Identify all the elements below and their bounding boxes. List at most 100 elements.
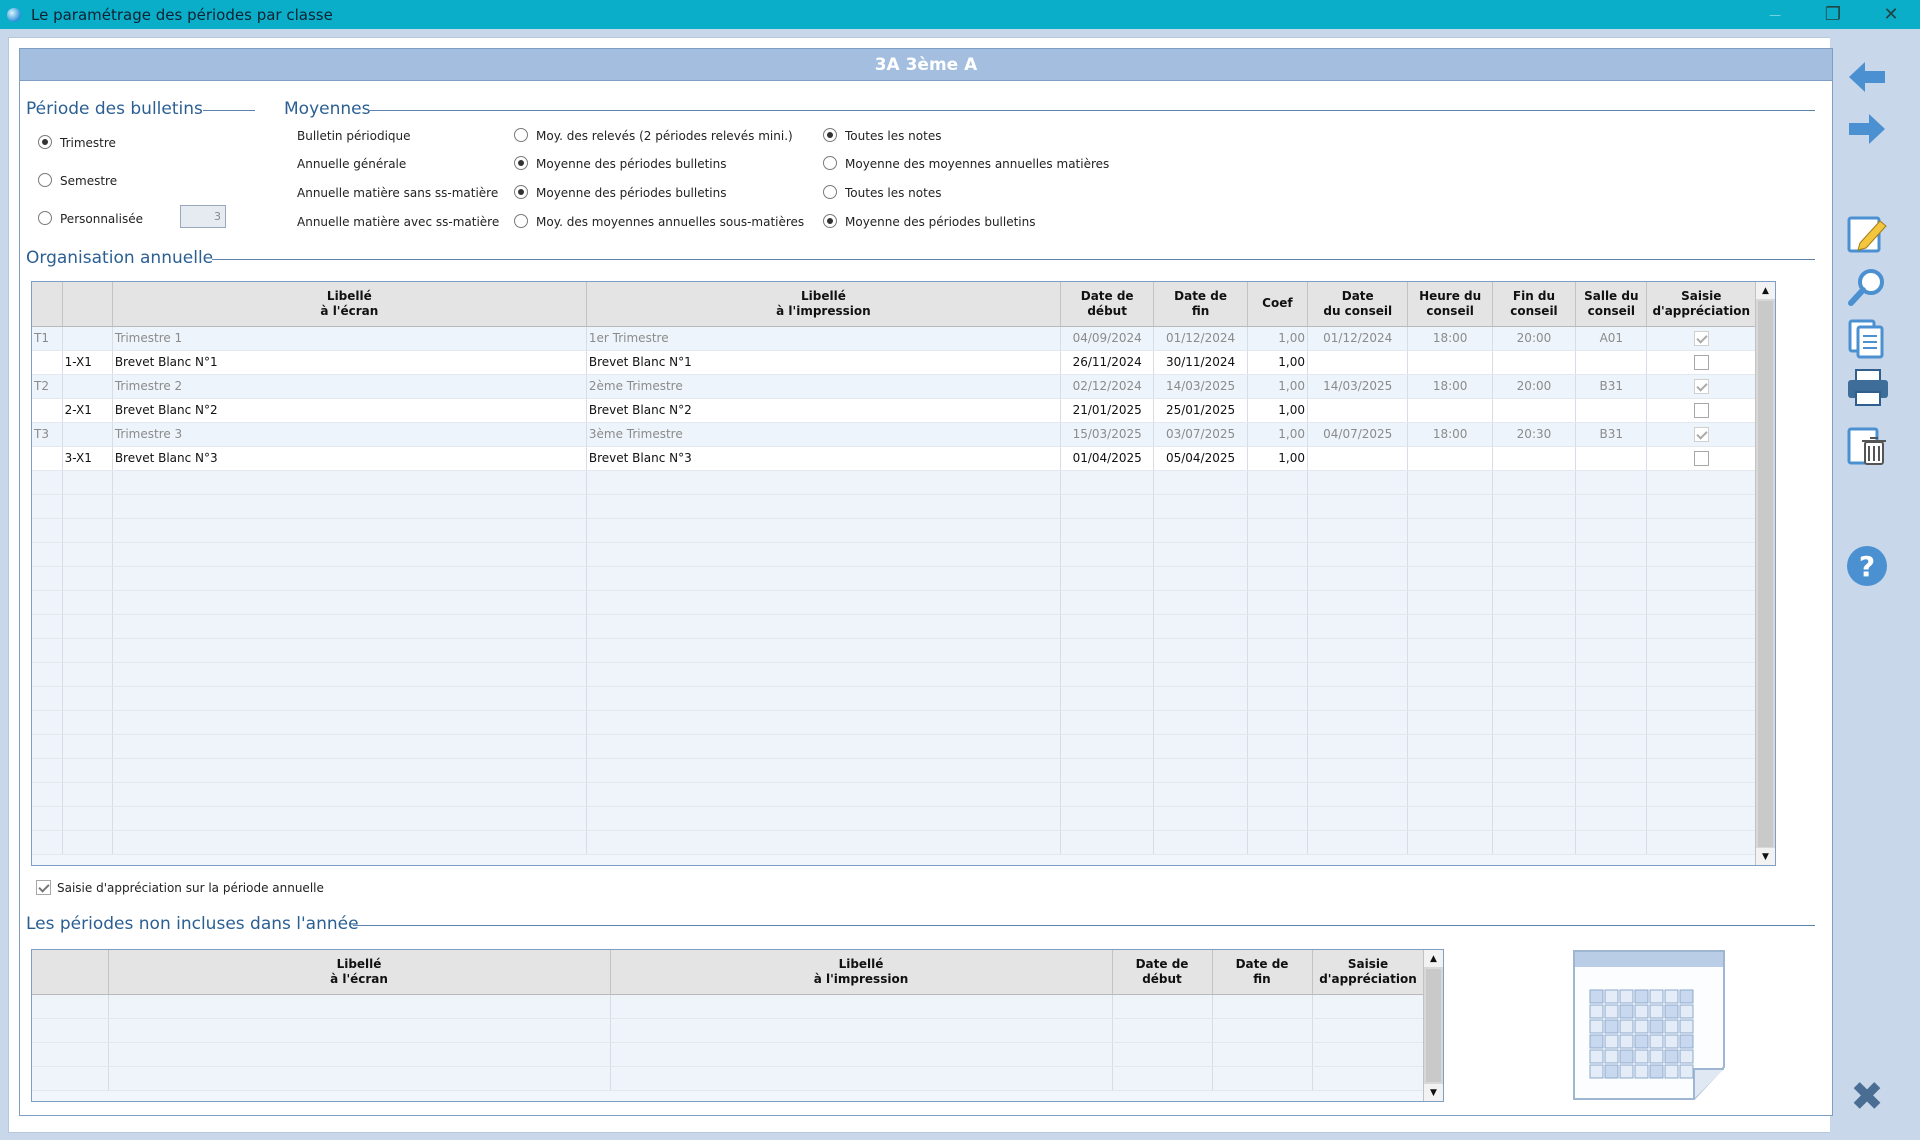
empty-cell[interactable] [62, 830, 113, 855]
empty-cell[interactable] [1646, 494, 1756, 519]
cell-debut[interactable]: 04/09/2024 [1060, 326, 1155, 351]
empty-cell[interactable] [1575, 710, 1648, 735]
empty-cell[interactable] [32, 590, 63, 615]
cell-ecran[interactable]: Brevet Blanc N°3 [112, 446, 587, 471]
empty-cell[interactable] [1492, 710, 1577, 735]
empty-cell[interactable] [62, 734, 113, 759]
radio-sans-ss-opt1[interactable] [514, 185, 528, 199]
empty-cell[interactable] [1646, 566, 1756, 591]
cell-sub[interactable] [62, 374, 113, 399]
empty-cell[interactable] [1575, 662, 1648, 687]
empty-cell[interactable] [62, 662, 113, 687]
empty-cell[interactable] [32, 662, 63, 687]
cell-salle[interactable]: B31 [1575, 422, 1648, 447]
empty-cell[interactable] [1312, 1042, 1425, 1067]
empty-cell[interactable] [1307, 566, 1409, 591]
cell-debut[interactable]: 01/04/2025 [1060, 446, 1155, 471]
ni-scroll-thumb[interactable] [1426, 969, 1441, 1082]
empty-cell[interactable] [1247, 590, 1309, 615]
empty-cell[interactable] [610, 994, 1113, 1019]
empty-cell[interactable] [1575, 566, 1648, 591]
empty-row[interactable] [32, 710, 1756, 735]
cell-salle[interactable]: B31 [1575, 374, 1648, 399]
cell-date-conseil[interactable]: 01/12/2024 [1307, 326, 1409, 351]
cell-ecran[interactable]: Trimestre 1 [112, 326, 587, 351]
empty-cell[interactable] [586, 830, 1061, 855]
empty-cell[interactable] [1112, 1018, 1213, 1043]
empty-cell[interactable] [62, 518, 113, 543]
empty-cell[interactable] [1575, 782, 1648, 807]
empty-cell[interactable] [32, 1066, 109, 1091]
empty-row[interactable] [32, 758, 1756, 783]
empty-cell[interactable] [1646, 542, 1756, 567]
empty-cell[interactable] [586, 782, 1061, 807]
empty-cell[interactable] [1492, 758, 1577, 783]
empty-cell[interactable] [1575, 494, 1648, 519]
empty-cell[interactable] [1247, 518, 1309, 543]
empty-cell[interactable] [586, 566, 1061, 591]
saisie-checkbox[interactable] [1693, 426, 1709, 442]
empty-cell[interactable] [1575, 686, 1648, 711]
ni-col-libelle-impression[interactable]: Libellé à l'impression [610, 950, 1113, 995]
ni-col-code[interactable] [32, 950, 109, 995]
empty-cell[interactable] [1646, 518, 1756, 543]
empty-row[interactable] [32, 518, 1756, 543]
empty-cell[interactable] [1312, 1066, 1425, 1091]
empty-cell[interactable] [1407, 710, 1493, 735]
empty-cell[interactable] [1060, 758, 1155, 783]
empty-cell[interactable] [1307, 806, 1409, 831]
empty-cell[interactable] [1407, 566, 1493, 591]
empty-cell[interactable] [1060, 662, 1155, 687]
empty-cell[interactable] [1646, 710, 1756, 735]
empty-cell[interactable] [1492, 662, 1577, 687]
scroll-thumb[interactable] [1758, 301, 1773, 847]
cell-coef[interactable]: 1,00 [1247, 374, 1309, 399]
col-sub[interactable] [62, 282, 113, 327]
cell-coef[interactable]: 1,00 [1247, 326, 1309, 351]
empty-cell[interactable] [1153, 470, 1248, 495]
col-date-debut[interactable]: Date de début [1060, 282, 1155, 327]
cell-debut[interactable]: 02/12/2024 [1060, 374, 1155, 399]
empty-cell[interactable] [1407, 638, 1493, 663]
empty-cell[interactable] [62, 494, 113, 519]
radio-avec-ss-opt2[interactable] [823, 214, 837, 228]
empty-cell[interactable] [108, 994, 611, 1019]
empty-cell[interactable] [1646, 614, 1756, 639]
table-row[interactable]: 1-X1 Brevet Blanc N°1 Brevet Blanc N°1 26/1… [32, 350, 1756, 375]
empty-cell[interactable] [1060, 470, 1155, 495]
empty-cell[interactable] [112, 758, 587, 783]
cell-ecran[interactable]: Trimestre 2 [112, 374, 587, 399]
empty-cell[interactable] [1247, 470, 1309, 495]
table-row[interactable]: 3-X1 Brevet Blanc N°3 Brevet Blanc N°3 01/0… [32, 446, 1756, 471]
empty-cell[interactable] [112, 614, 587, 639]
col-code[interactable] [32, 282, 63, 327]
empty-cell[interactable] [1307, 494, 1409, 519]
col-salle-conseil[interactable]: Salle du conseil [1575, 282, 1648, 327]
minimize-button[interactable]: — [1746, 0, 1804, 29]
empty-cell[interactable] [32, 566, 63, 591]
radio-annuelle-opt1[interactable] [514, 156, 528, 170]
empty-cell[interactable] [1407, 494, 1493, 519]
cell-code[interactable] [32, 350, 63, 375]
empty-cell[interactable] [1307, 662, 1409, 687]
empty-cell[interactable] [1492, 830, 1577, 855]
empty-cell[interactable] [1407, 542, 1493, 567]
empty-cell[interactable] [586, 686, 1061, 711]
copy-icon[interactable] [1846, 318, 1888, 360]
cell-ecran[interactable]: Brevet Blanc N°1 [112, 350, 587, 375]
table-row[interactable]: T1 Trimestre 1 1er Trimestre 04/09/2024 01/1… [32, 326, 1756, 351]
empty-cell[interactable] [1153, 542, 1248, 567]
cell-saisie[interactable] [1646, 350, 1756, 375]
empty-cell[interactable] [1153, 518, 1248, 543]
cell-sub[interactable] [62, 422, 113, 447]
empty-row[interactable] [32, 470, 1756, 495]
cell-fin-conseil[interactable] [1492, 398, 1577, 423]
empty-cell[interactable] [1060, 806, 1155, 831]
empty-cell[interactable] [62, 614, 113, 639]
empty-cell[interactable] [1646, 806, 1756, 831]
empty-cell[interactable] [1153, 782, 1248, 807]
empty-row[interactable] [32, 830, 1756, 855]
empty-cell[interactable] [1060, 590, 1155, 615]
radio-trimestre[interactable] [38, 135, 52, 149]
empty-row[interactable] [32, 614, 1756, 639]
